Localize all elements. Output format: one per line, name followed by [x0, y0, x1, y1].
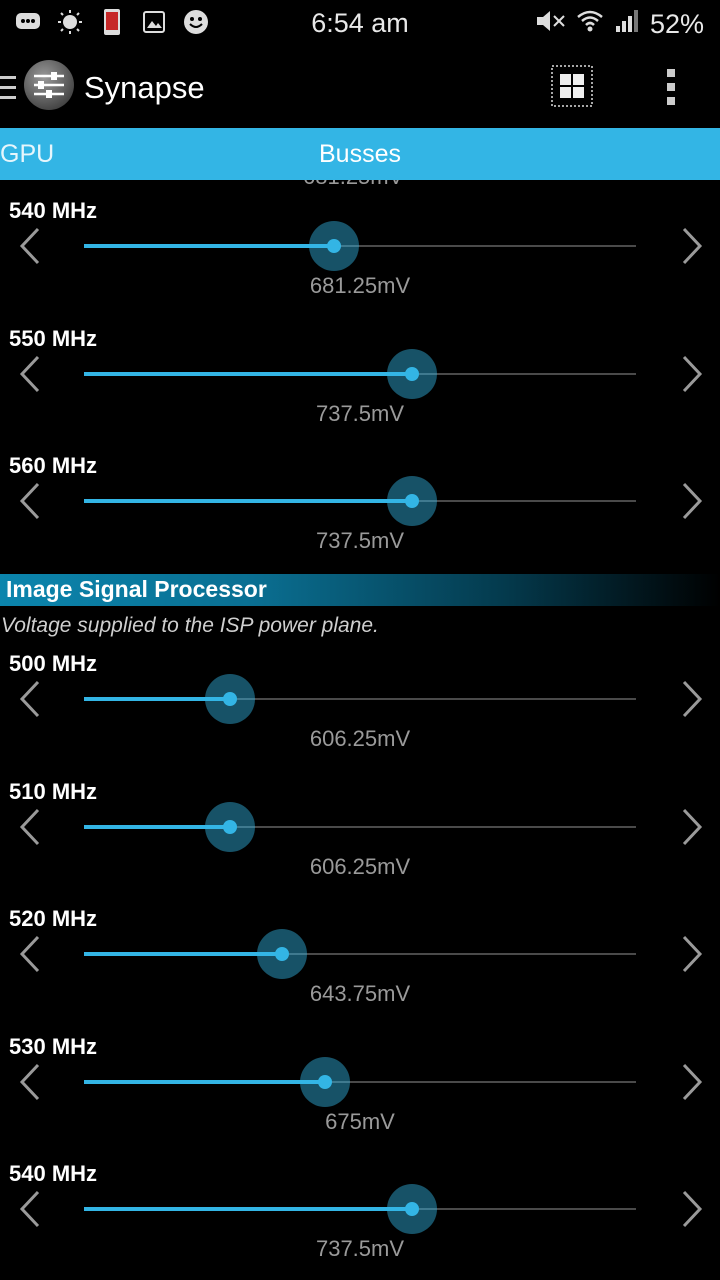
- wifi-icon: [576, 9, 604, 40]
- decrease-arrow-icon[interactable]: [16, 807, 44, 847]
- voltage-row: 540 MHz 737.5mV: [0, 1161, 720, 1280]
- slider-thumb[interactable]: [386, 348, 437, 399]
- increase-arrow-icon[interactable]: [678, 1062, 706, 1102]
- voltage-value: 737.5mV: [315, 528, 405, 553]
- slider-thumb[interactable]: [300, 1056, 351, 1107]
- frequency-label: 500 MHz: [9, 651, 98, 676]
- slider-fill: [84, 952, 282, 956]
- system-indicators: 52%: [534, 8, 704, 41]
- partial-voltage-label: 681.25mV: [303, 180, 403, 190]
- increase-arrow-icon[interactable]: [678, 934, 706, 974]
- voltage-row: 530 MHz 675mV: [0, 1034, 720, 1162]
- voltage-value: 737.5mV: [315, 400, 405, 426]
- drawer-menu-icon[interactable]: [0, 74, 16, 102]
- increase-arrow-icon[interactable]: [678, 1189, 706, 1229]
- frequency-label: 540 MHz: [9, 1161, 98, 1186]
- tab-bar: GPU Busses: [0, 128, 720, 180]
- slider-thumb[interactable]: [386, 1184, 437, 1234]
- voltage-slider[interactable]: [84, 801, 636, 852]
- voltage-row: 550 MHz 737.5mV: [0, 326, 720, 454]
- slider-thumb[interactable]: [309, 221, 360, 271]
- settings-list[interactable]: 681.25mV 540 MHz 681.25mV 550 MHz 737.5m…: [0, 180, 720, 1280]
- frequency-label: 560 MHz: [9, 453, 98, 478]
- slider-fill: [84, 499, 412, 503]
- decrease-arrow-icon[interactable]: [16, 226, 44, 266]
- increase-arrow-icon[interactable]: [678, 679, 706, 719]
- slider-thumb[interactable]: [204, 801, 255, 852]
- status-bar: 6:54 am 52%: [0, 0, 720, 48]
- voltage-row: 560 MHz 737.5mV: [0, 453, 720, 581]
- decrease-arrow-icon[interactable]: [16, 934, 44, 974]
- mute-icon: [534, 8, 566, 41]
- voltage-value: 675mV: [325, 1108, 395, 1134]
- voltage-slider[interactable]: [84, 674, 636, 724]
- battery-level: 52%: [649, 9, 704, 39]
- slider-fill: [84, 1207, 412, 1211]
- section-title: Image Signal Processor: [6, 576, 267, 602]
- decrease-arrow-icon[interactable]: [16, 354, 44, 394]
- increase-arrow-icon[interactable]: [678, 481, 706, 521]
- voltage-slider[interactable]: [84, 1056, 636, 1107]
- frequency-label: 530 MHz: [9, 1033, 98, 1059]
- voltage-value: 606.25mV: [309, 853, 411, 879]
- signal-icon: [614, 9, 640, 40]
- decrease-arrow-icon[interactable]: [16, 679, 44, 719]
- increase-arrow-icon[interactable]: [678, 807, 706, 847]
- overflow-menu-icon[interactable]: [656, 66, 686, 108]
- voltage-value: 737.5mV: [315, 1236, 405, 1261]
- tab-busses[interactable]: Busses: [0, 140, 720, 169]
- frequency-label: 520 MHz: [9, 906, 98, 931]
- slider-fill: [84, 1079, 326, 1084]
- voltage-slider[interactable]: [84, 476, 636, 526]
- slider-thumb[interactable]: [204, 674, 255, 724]
- frequency-label: 540 MHz: [9, 198, 98, 223]
- voltage-row: 520 MHz 643.75mV: [0, 906, 720, 1034]
- app-bar: Synapse: [0, 48, 720, 128]
- section-description: Voltage supplied to the ISP power plane.: [1, 614, 379, 637]
- slider-thumb[interactable]: [386, 476, 437, 526]
- decrease-arrow-icon[interactable]: [16, 481, 44, 521]
- voltage-row: 500 MHz 606.25mV: [0, 651, 720, 779]
- voltage-value: 681.25mV: [309, 273, 411, 298]
- decrease-arrow-icon[interactable]: [16, 1062, 44, 1102]
- app-title: Synapse: [84, 70, 205, 105]
- voltage-row: 510 MHz 606.25mV: [0, 779, 720, 907]
- slider-fill: [84, 371, 412, 376]
- section-header: Image Signal Processor: [0, 574, 720, 606]
- voltage-slider[interactable]: [84, 348, 636, 399]
- voltage-value: 606.25mV: [309, 726, 411, 751]
- frequency-label: 550 MHz: [9, 325, 98, 351]
- app-logo-icon[interactable]: [24, 60, 74, 110]
- increase-arrow-icon[interactable]: [678, 226, 706, 266]
- increase-arrow-icon[interactable]: [678, 354, 706, 394]
- grid-view-icon[interactable]: [551, 65, 593, 107]
- decrease-arrow-icon[interactable]: [16, 1189, 44, 1229]
- frequency-label: 510 MHz: [9, 778, 98, 804]
- slider-thumb[interactable]: [256, 929, 307, 979]
- slider-fill: [84, 244, 335, 248]
- voltage-slider[interactable]: [84, 929, 636, 979]
- voltage-slider[interactable]: [84, 1184, 636, 1234]
- voltage-slider[interactable]: [84, 221, 636, 271]
- voltage-value: 643.75mV: [309, 981, 411, 1006]
- voltage-row: 540 MHz 681.25mV: [0, 198, 720, 326]
